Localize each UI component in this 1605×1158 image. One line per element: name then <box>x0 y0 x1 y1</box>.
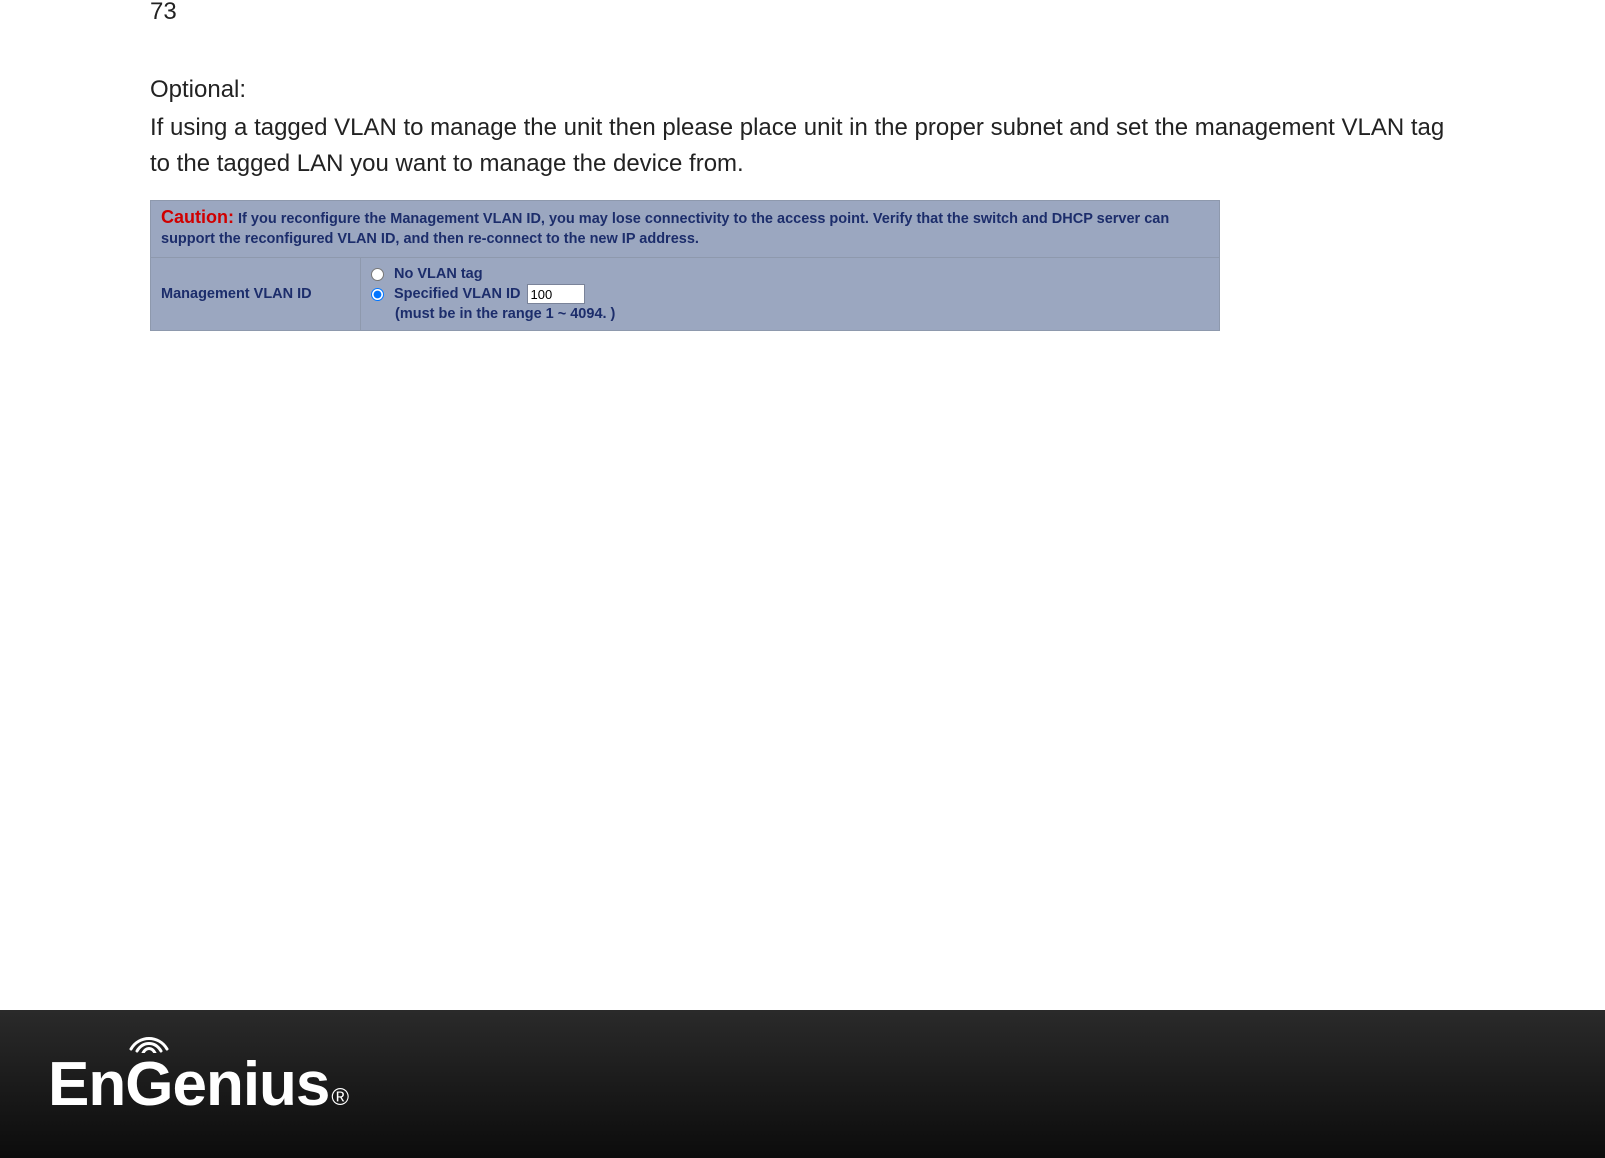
no-vlan-tag-option[interactable]: No VLAN tag <box>371 266 1209 282</box>
engenius-logo: En G enius® <box>48 1049 348 1120</box>
no-vlan-tag-radio[interactable] <box>371 268 384 281</box>
optional-label: Optional: <box>150 76 1455 104</box>
page-number: 73 <box>150 0 1455 24</box>
vlan-id-row-label: Management VLAN ID <box>151 258 361 330</box>
logo-text-en: En <box>48 1049 125 1120</box>
caution-label: Caution: <box>161 207 234 227</box>
specified-vlan-option[interactable]: Specified VLAN ID <box>371 284 1209 304</box>
specified-vlan-label: Specified VLAN ID <box>394 286 521 302</box>
vlan-range-hint: (must be in the range 1 ~ 4094. ) <box>395 306 1209 322</box>
specified-vlan-input[interactable] <box>527 284 585 304</box>
logo-text-g: G <box>125 1050 172 1119</box>
no-vlan-tag-label: No VLAN tag <box>394 266 483 282</box>
caution-bar: Caution: If you reconfigure the Manageme… <box>151 201 1219 258</box>
registered-mark: ® <box>331 1084 348 1112</box>
body-text: If using a tagged VLAN to manage the uni… <box>150 110 1455 182</box>
wifi-icon <box>127 1027 171 1053</box>
vlan-id-row-inputs: No VLAN tag Specified VLAN ID (must be i… <box>361 258 1219 330</box>
vlan-id-row: Management VLAN ID No VLAN tag Specified… <box>151 258 1219 330</box>
logo-text-g-wrap: G <box>125 1049 172 1120</box>
logo-text-enius: enius <box>172 1049 329 1120</box>
footer-bar: En G enius® <box>0 1010 1605 1158</box>
caution-text: If you reconfigure the Management VLAN I… <box>161 211 1169 247</box>
specified-vlan-radio[interactable] <box>371 288 384 301</box>
vlan-settings-panel: Caution: If you reconfigure the Manageme… <box>150 200 1220 331</box>
